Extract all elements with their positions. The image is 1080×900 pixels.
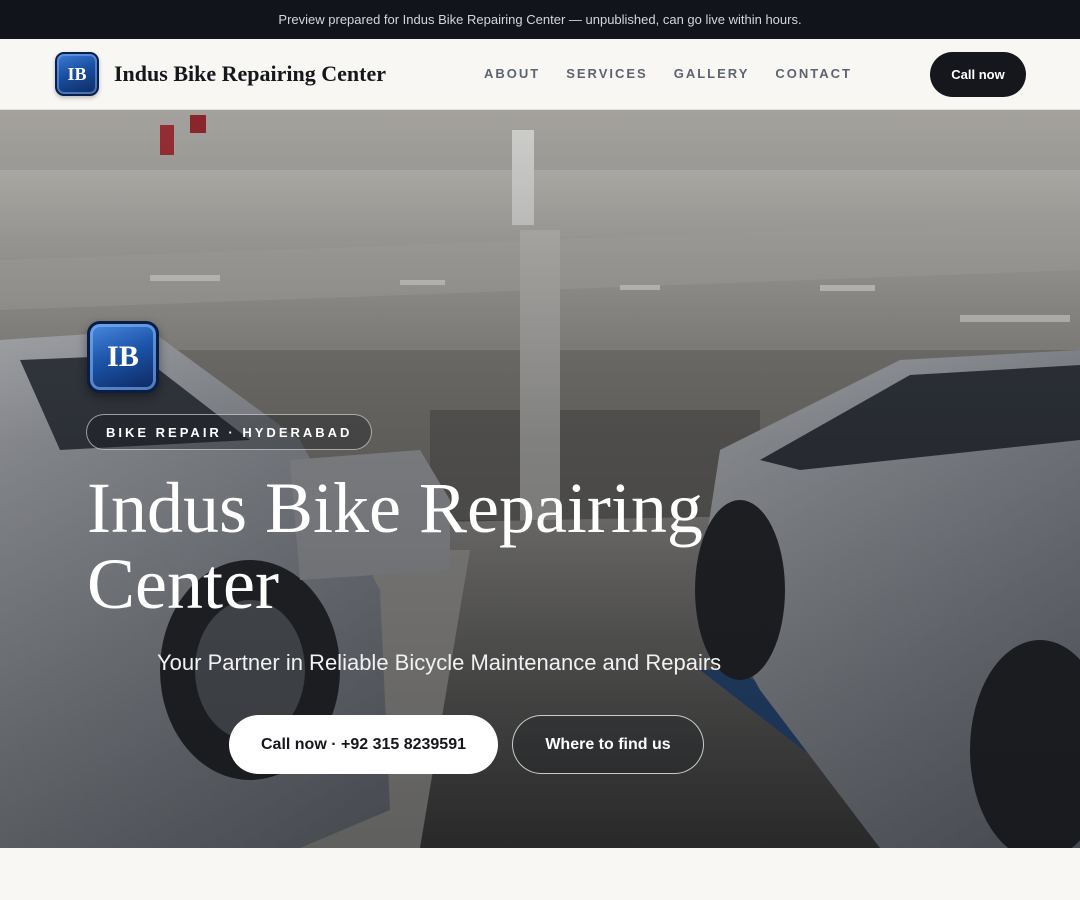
hero-logo: IB: [87, 321, 159, 393]
announcement-text: Preview prepared for Indus Bike Repairin…: [278, 12, 802, 27]
hero-subtitle: Your Partner in Reliable Bicycle Mainten…: [157, 650, 722, 675]
nav-link-gallery[interactable]: GALLERY: [674, 66, 750, 81]
brand-name: Indus Bike Repairing Center: [114, 61, 386, 86]
hero-title: Indus Bike Repairing Center: [87, 468, 703, 624]
call-now-button[interactable]: Call now: [930, 52, 1026, 97]
nav-link-about[interactable]: ABOUT: [484, 66, 540, 81]
main-menu: ABOUT SERVICES GALLERY CONTACT: [484, 66, 878, 81]
site-header: IB Indus Bike Repairing Center ABOUT SER…: [0, 39, 1080, 110]
location-tag: BIKE REPAIR · HYDERABAD: [86, 414, 373, 450]
find-us-button[interactable]: Where to find us: [512, 715, 704, 774]
brand-logo: IB: [55, 52, 99, 96]
brand[interactable]: IB Indus Bike Repairing Center: [55, 52, 386, 96]
announcement-bar: Preview prepared for Indus Bike Repairin…: [0, 0, 1080, 39]
nav-link-contact[interactable]: CONTACT: [775, 66, 852, 81]
nav-link-services[interactable]: SERVICES: [566, 66, 648, 81]
hero-section: IB BIKE REPAIR · HYDERABAD Indus Bike Re…: [0, 110, 1080, 848]
call-phone-button[interactable]: Call now · +92 315 8239591: [229, 715, 498, 774]
